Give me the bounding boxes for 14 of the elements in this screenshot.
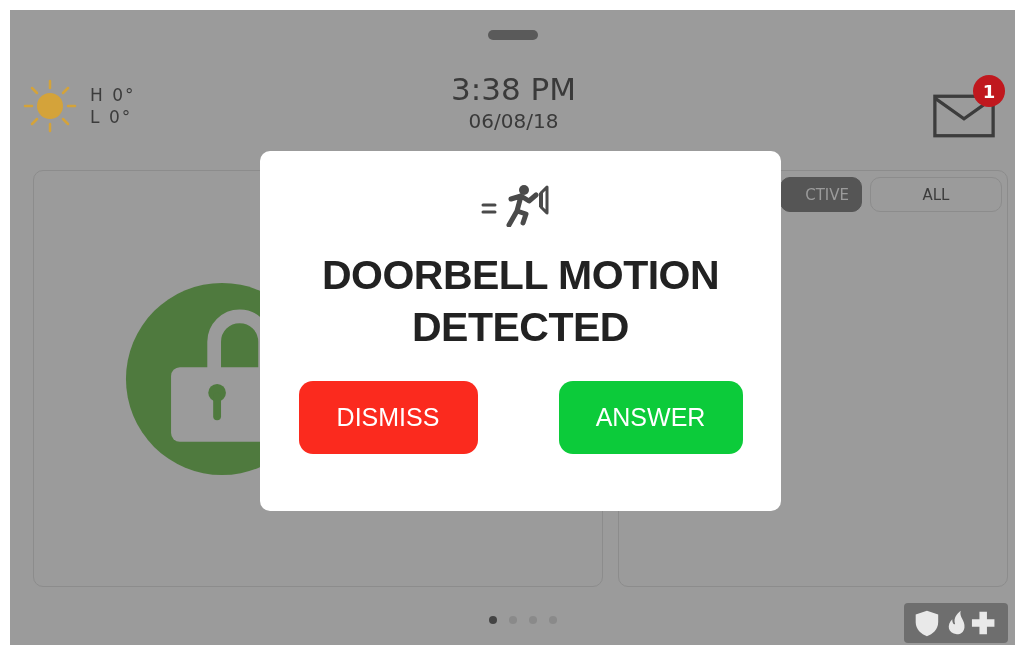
low-temperature: L 0° xyxy=(90,106,134,128)
page-dot[interactable] xyxy=(488,616,497,624)
high-temperature: H 0° xyxy=(90,84,136,106)
filter-tab[interactable]: CTIVE xyxy=(780,177,862,212)
clock-time: 3:38 PM xyxy=(451,70,576,108)
dismiss-button[interactable]: DISMISS xyxy=(298,381,478,454)
emergency-button[interactable] xyxy=(904,603,1008,643)
message-count-badge: 1 xyxy=(973,75,1005,107)
answer-button[interactable]: ANSWER xyxy=(558,381,743,454)
clock-date: 06/08/18 xyxy=(468,108,559,134)
alert-title: DOORBELL MOTION DETECTED xyxy=(320,251,721,352)
filter-tab[interactable]: ALL xyxy=(870,177,1002,212)
sun-icon xyxy=(22,78,78,134)
drawer-handle[interactable] xyxy=(487,30,538,40)
